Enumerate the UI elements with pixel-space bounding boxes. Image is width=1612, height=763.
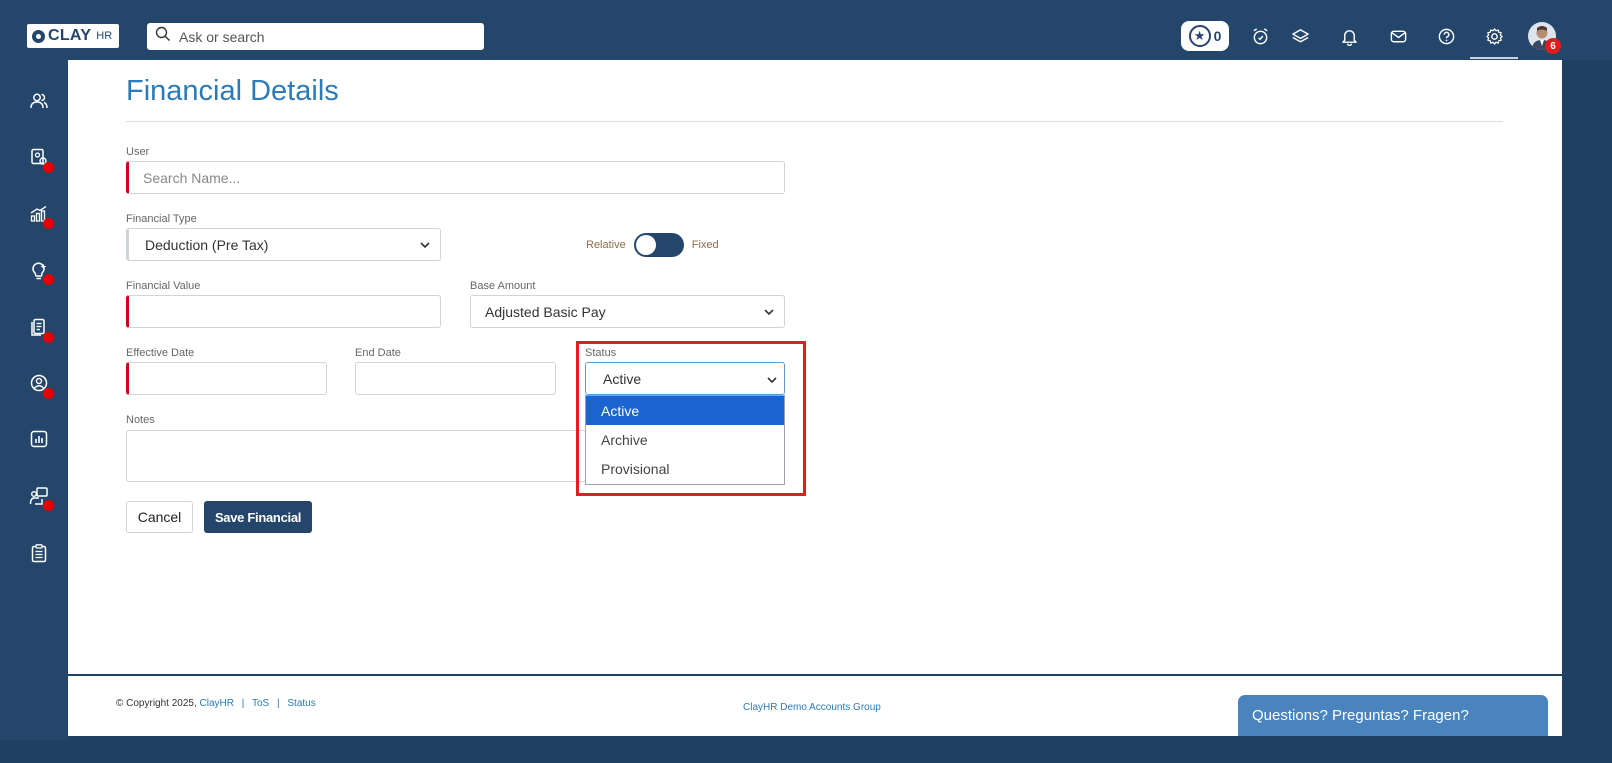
sidebar-item-people[interactable]: [28, 90, 50, 112]
effective-date-input[interactable]: [143, 370, 326, 387]
status-option-active[interactable]: Active: [586, 396, 784, 425]
toggle-fixed-label: Fixed: [691, 239, 719, 251]
page-title: Financial Details: [126, 75, 339, 107]
effective-date-field[interactable]: [126, 362, 327, 395]
sidebar-notification-dot: [43, 218, 54, 229]
financial-type-select[interactable]: Deduction (Pre Tax): [126, 228, 441, 261]
save-financial-button[interactable]: Save Financial: [204, 501, 312, 533]
sidebar-notification-dot: [43, 274, 54, 285]
base-amount-label: Base Amount: [470, 280, 536, 292]
financial-value-label: Financial Value: [126, 280, 201, 292]
user-search-input[interactable]: [143, 169, 784, 186]
end-date-label: End Date: [355, 347, 401, 359]
mail-icon[interactable]: [1388, 26, 1408, 46]
search-icon: [155, 26, 171, 47]
points-count: 0: [1213, 28, 1222, 44]
toggle-relative-label: Relative: [586, 239, 626, 251]
main-content: Financial Details User Financial Type De…: [68, 60, 1562, 674]
account-group-name: ClayHR Demo Accounts Group: [743, 702, 881, 713]
layers-icon[interactable]: [1290, 26, 1310, 46]
status-option-provisional[interactable]: Provisional: [586, 454, 784, 483]
footer-separator: |: [241, 698, 245, 709]
status-value: Active: [603, 370, 642, 387]
status-label: Status: [585, 347, 617, 359]
points-badge[interactable]: ★ 0: [1181, 21, 1229, 51]
help-chat-button[interactable]: Questions? Preguntas? Fragen?: [1238, 695, 1548, 736]
star-icon: ★: [1188, 25, 1211, 47]
financial-value-field[interactable]: [126, 295, 441, 328]
bar-chart-icon: [30, 430, 48, 448]
help-icon[interactable]: [1436, 26, 1456, 46]
logo-sub: HR: [96, 30, 113, 42]
sidebar-item-checklist[interactable]: [28, 542, 50, 564]
chevron-down-icon: [420, 242, 430, 249]
clipboard-icon: [31, 544, 47, 563]
bell-icon[interactable]: [1339, 26, 1359, 46]
clayhr-logo[interactable]: CLAY HR: [27, 24, 119, 48]
relative-fixed-toggle[interactable]: [633, 233, 684, 257]
toggle-knob: [635, 235, 656, 255]
end-date-field[interactable]: [355, 362, 556, 395]
chevron-down-icon: [764, 309, 774, 316]
tos-link[interactable]: ToS: [252, 698, 269, 709]
search-input[interactable]: [179, 28, 469, 45]
chevron-down-icon: [767, 377, 777, 384]
active-tab-indicator: [1470, 57, 1518, 59]
avatar-notification-badge: 6: [1545, 38, 1561, 54]
financial-value-input[interactable]: [143, 303, 440, 320]
user-label: User: [126, 146, 150, 158]
user-field[interactable]: [126, 161, 785, 194]
sidebar-notification-dot: [43, 388, 54, 399]
cancel-button[interactable]: Cancel: [126, 501, 193, 533]
logo-text: CLAY: [48, 27, 92, 44]
status-option-archive[interactable]: Archive: [586, 425, 784, 454]
financial-type-label: Financial Type: [126, 213, 197, 225]
footer-copyright: © Copyright 2025, ClayHR | ToS | Status: [116, 698, 316, 709]
people-icon: [30, 93, 48, 109]
financial-type-value: Deduction (Pre Tax): [145, 236, 269, 253]
sidebar-notification-dot: [43, 162, 54, 173]
notes-label: Notes: [126, 414, 155, 426]
logo-mark-icon: [32, 29, 45, 43]
sidebar-notification-dot: [43, 500, 54, 511]
notes-textarea[interactable]: [126, 430, 586, 482]
clayhr-link[interactable]: ClayHR: [200, 698, 234, 709]
sidebar-notification-dot: [43, 332, 54, 343]
base-amount-select[interactable]: Adjusted Basic Pay: [470, 295, 785, 328]
base-amount-value: Adjusted Basic Pay: [485, 303, 606, 320]
end-date-input[interactable]: [370, 370, 555, 387]
relative-fixed-toggle-group: Relative Fixed: [586, 233, 719, 257]
global-search[interactable]: [147, 23, 484, 50]
settings-gear-icon[interactable]: [1484, 26, 1504, 46]
copyright-text: © Copyright 2025,: [116, 698, 197, 709]
alarm-clock-icon[interactable]: [1250, 26, 1270, 46]
sidebar-item-reports[interactable]: [28, 428, 50, 450]
status-link[interactable]: Status: [287, 698, 315, 709]
title-divider: [126, 121, 1503, 122]
status-select[interactable]: Active: [585, 362, 785, 395]
top-bar: CLAY HR ★ 0 6: [0, 0, 1612, 60]
effective-date-label: Effective Date: [126, 347, 195, 359]
sidebar: [0, 60, 68, 740]
footer-separator: |: [277, 698, 280, 709]
status-dropdown-menu: Active Archive Provisional: [585, 395, 785, 485]
